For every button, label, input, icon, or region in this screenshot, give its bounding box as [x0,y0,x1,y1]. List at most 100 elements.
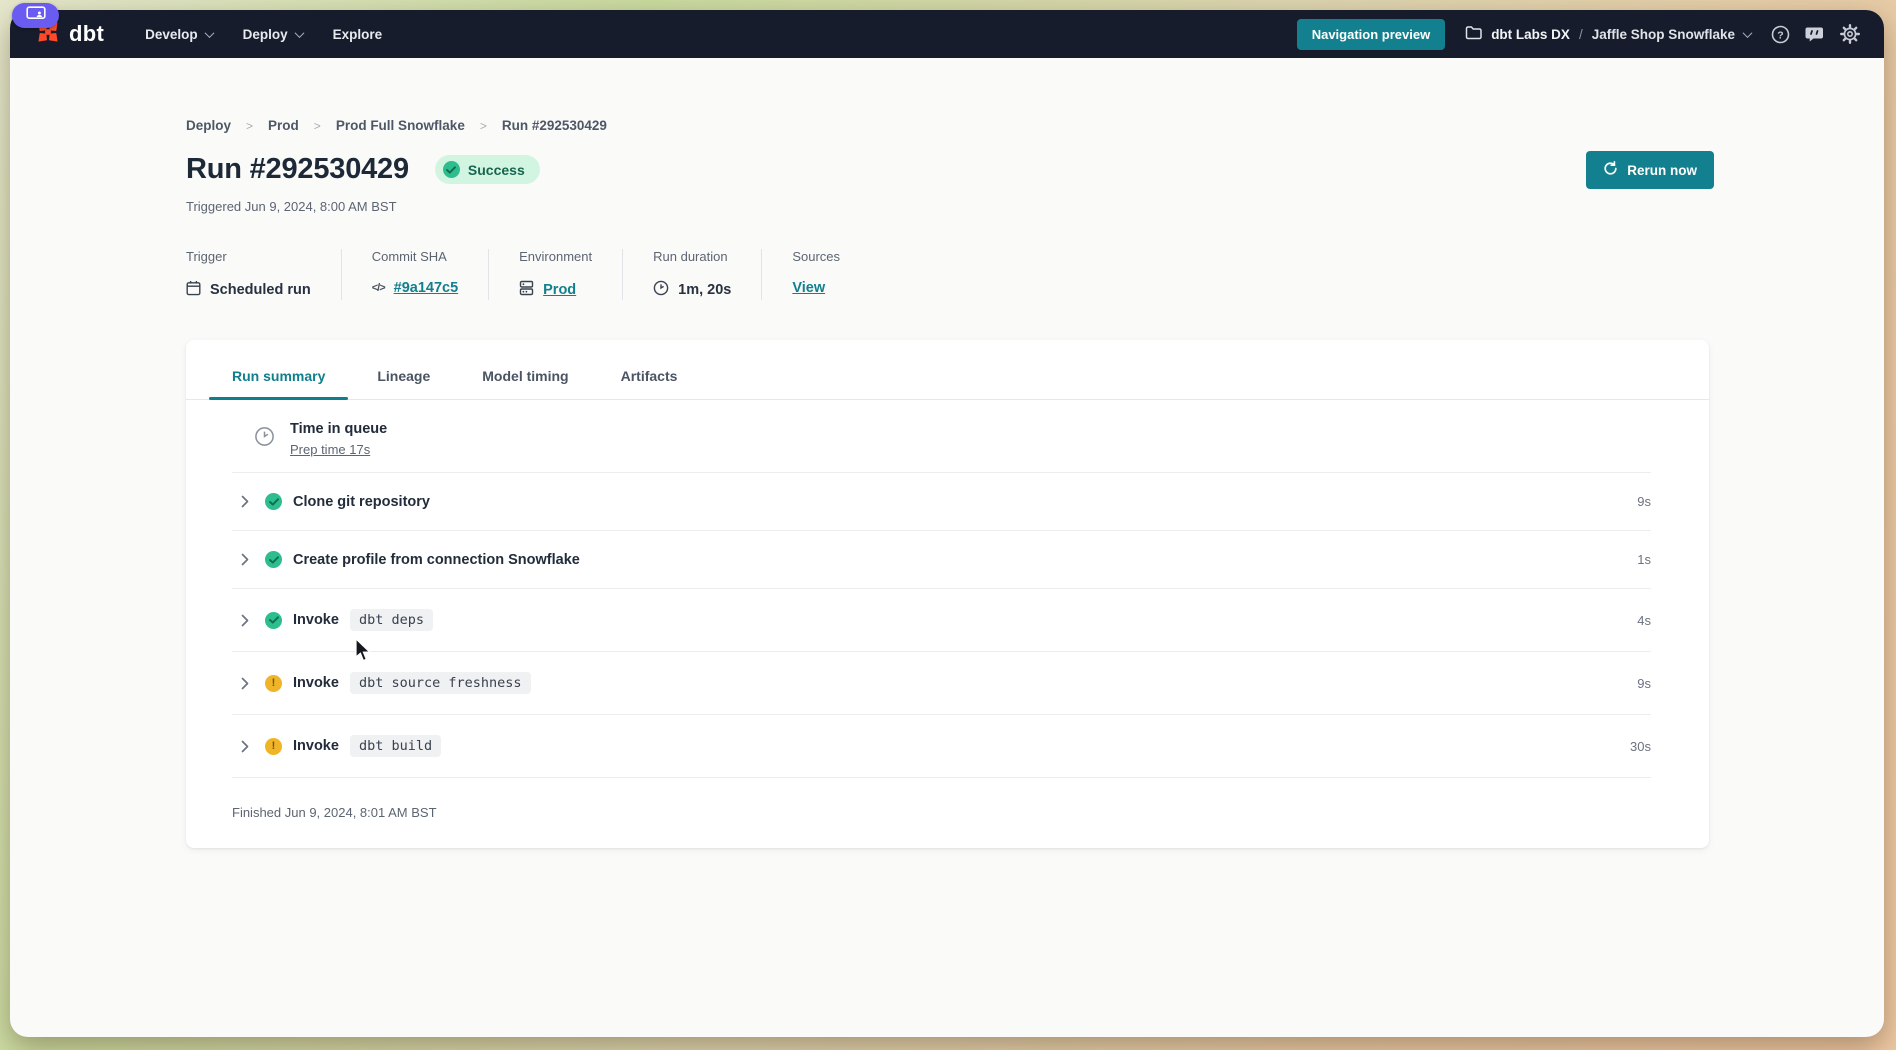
chevron-down-icon [1743,28,1753,38]
prep-time-link[interactable]: Prep time 17s [290,442,387,457]
svg-text:?: ? [1777,29,1783,41]
meta-commit-sha: Commit SHA </> #9a147c5 [372,249,489,300]
breadcrumb-job[interactable]: Prod Full Snowflake [336,118,465,133]
tab-model-timing[interactable]: Model timing [482,355,568,399]
run-steps-list: Time in queue Prep time 17s Clone git re… [232,400,1651,778]
finished-timestamp: Finished Jun 9, 2024, 8:01 AM BST [232,805,1663,820]
step-command: dbt source freshness [350,672,531,694]
meta-trigger: Trigger Scheduled run [186,249,342,300]
breadcrumb-prod[interactable]: Prod [268,118,299,133]
run-detail-page: Deploy > Prod > Prod Full Snowflake > Ru… [10,58,1884,848]
nav-menu-explore[interactable]: Explore [318,19,398,50]
trigger-value: Scheduled run [210,282,311,298]
breadcrumb-separator: > [246,119,253,133]
step-name: Clone git repository [293,494,430,510]
status-badge-label: Success [468,162,525,178]
commit-sha-link[interactable]: #9a147c5 [394,280,459,296]
run-metadata: Trigger Scheduled run Commit SH [186,249,1884,300]
rerun-now-button[interactable]: Rerun now [1586,151,1714,189]
account-name: dbt Labs DX [1491,27,1570,42]
chevron-right-icon[interactable] [234,614,256,627]
desktop-background: dbt Develop Deploy Explore Navigation pr… [0,0,1896,1050]
chevron-right-icon[interactable] [234,677,256,690]
breadcrumb: Deploy > Prod > Prod Full Snowflake > Ru… [186,118,1884,133]
step-row-clone-git[interactable]: Clone git repository 9s [232,473,1651,531]
step-command: dbt deps [350,609,433,631]
feedback-icon[interactable] [1805,25,1825,44]
browser-tab-pill[interactable] [12,3,59,28]
refresh-icon [1603,161,1618,179]
run-summary-card: Run summary Lineage Model timing Artifac… [186,340,1709,848]
step-row-source-freshness[interactable]: ! Invoke dbt source freshness 9s [232,652,1651,715]
step-command: dbt build [350,735,441,757]
queue-title: Time in queue [290,421,387,437]
meta-sources: Sources View [792,249,870,300]
meta-label: Sources [792,249,840,264]
time-in-queue-row: Time in queue Prep time 17s [232,400,1651,473]
breadcrumb-deploy[interactable]: Deploy [186,118,231,133]
account-project-selector[interactable]: dbt Labs DX / Jaffle Shop Snowflake [1465,25,1751,43]
warning-icon: ! [265,738,282,755]
nav-menu-develop[interactable]: Develop [130,19,228,50]
step-name: Invoke [293,675,339,691]
success-check-icon [443,161,460,178]
step-duration: 9s [1637,494,1651,509]
step-row-dbt-build[interactable]: ! Invoke dbt build 30s [232,715,1651,778]
help-icon[interactable]: ? [1771,25,1790,44]
step-duration: 1s [1637,552,1651,567]
step-row-dbt-deps[interactable]: Invoke dbt deps 4s [232,589,1651,652]
success-check-icon [265,493,282,510]
database-icon [519,280,534,300]
run-duration-value: 1m, 20s [678,282,731,298]
breadcrumb-separator: > [480,119,487,133]
nav-menu-deploy[interactable]: Deploy [228,19,318,50]
nav-menu-explore-label: Explore [333,27,383,42]
step-duration: 9s [1637,676,1651,691]
tab-run-summary[interactable]: Run summary [232,355,325,399]
navigation-preview-button[interactable]: Navigation preview [1297,19,1445,50]
chevron-down-icon [294,28,304,38]
step-duration: 4s [1637,613,1651,628]
run-header: Run #292530429 Success Rerun now [186,153,1714,186]
queue-clock-icon [254,426,275,452]
success-check-icon [265,551,282,568]
page-title: Run #292530429 [186,153,409,186]
screen-share-icon [26,6,46,26]
step-name: Invoke [293,612,339,628]
environment-link[interactable]: Prod [543,282,576,298]
chevron-right-icon[interactable] [234,740,256,753]
step-name: Invoke [293,738,339,754]
meta-label: Environment [519,249,592,264]
status-badge: Success [435,155,540,184]
navbar-icons: ? [1771,24,1860,44]
nav-menu-deploy-label: Deploy [243,27,288,42]
step-name: Create profile from connection Snowflake [293,552,580,568]
tab-lineage[interactable]: Lineage [377,355,430,399]
sources-view-link[interactable]: View [792,280,825,296]
meta-run-duration: Run duration 1m, 20s [653,249,762,300]
step-duration: 30s [1630,739,1651,754]
clock-icon [653,280,669,300]
warning-icon: ! [265,675,282,692]
settings-gear-icon[interactable] [1840,24,1860,44]
rerun-now-label: Rerun now [1627,163,1697,178]
calendar-icon [186,280,201,300]
dbt-logo-text: dbt [69,21,104,47]
code-icon: </> [372,282,385,294]
top-navbar: dbt Develop Deploy Explore Navigation pr… [10,10,1884,58]
success-check-icon [265,612,282,629]
app-window: dbt Develop Deploy Explore Navigation pr… [10,10,1884,1037]
folder-icon [1465,25,1482,43]
triggered-timestamp: Triggered Jun 9, 2024, 8:00 AM BST [186,199,1884,214]
breadcrumb-run[interactable]: Run #292530429 [502,118,607,133]
step-row-create-profile[interactable]: Create profile from connection Snowflake… [232,531,1651,589]
breadcrumb-separator: > [314,119,321,133]
meta-label: Run duration [653,249,731,264]
tab-artifacts[interactable]: Artifacts [621,355,678,399]
chevron-right-icon[interactable] [234,553,256,566]
chevron-down-icon [204,28,214,38]
chevron-right-icon[interactable] [234,495,256,508]
project-name: Jaffle Shop Snowflake [1592,27,1735,42]
nav-menu-develop-label: Develop [145,27,198,42]
navbar-right: Navigation preview dbt Labs DX / Jaffle … [1297,19,1860,50]
